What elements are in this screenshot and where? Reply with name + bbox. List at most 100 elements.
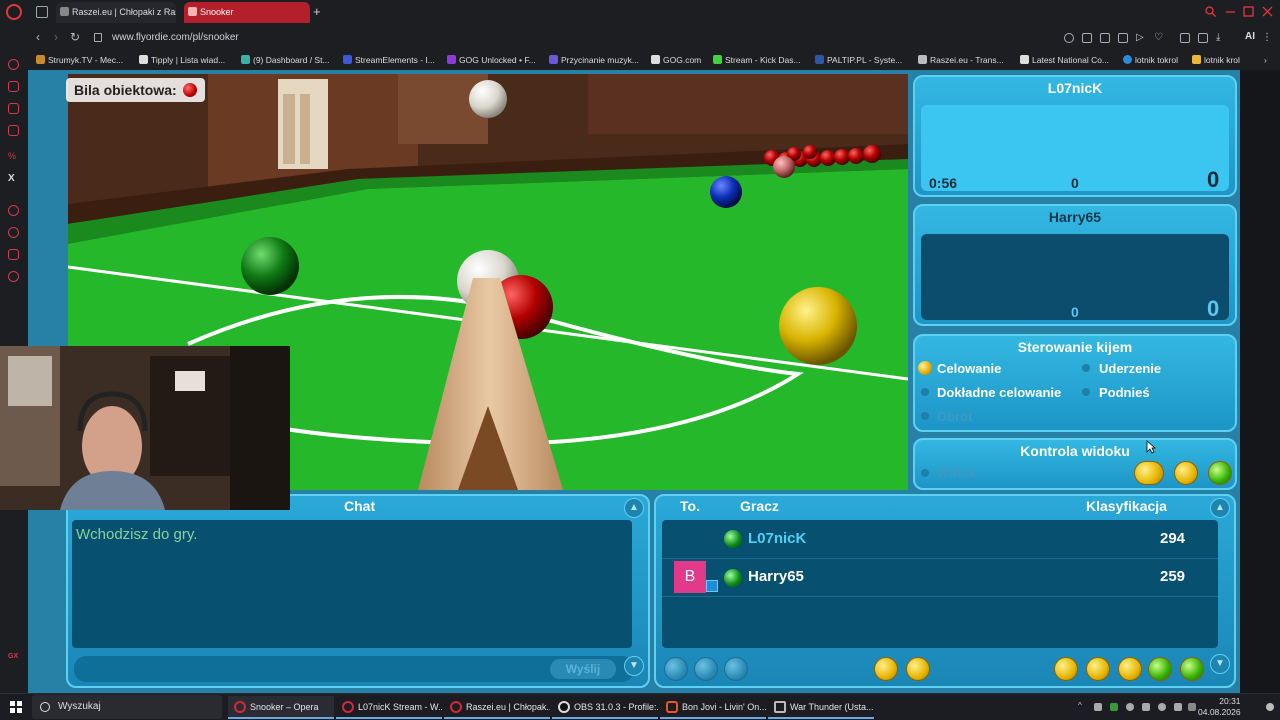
aria-icon[interactable] xyxy=(8,81,19,92)
player-name[interactable]: L07nicK xyxy=(748,530,806,547)
players-scroll-down-icon[interactable]: ▼ xyxy=(1210,654,1230,674)
option-celowanie[interactable]: Celowanie xyxy=(937,361,1001,376)
bookmark-item[interactable]: (9) Dashboard / St... xyxy=(241,55,330,65)
radio-uderzenie-icon[interactable] xyxy=(1082,364,1090,372)
chat-scroll-up-icon[interactable]: ▲ xyxy=(624,498,644,518)
option-uderzenie[interactable]: Uderzenie xyxy=(1099,361,1161,376)
close-icon[interactable] xyxy=(1262,6,1273,17)
profile-icon[interactable] xyxy=(694,657,718,681)
bookmark-item[interactable]: StreamElements - I... xyxy=(343,55,435,65)
taskbar-item[interactable]: Snooker – Opera xyxy=(228,696,334,719)
option-dokladne-celowanie[interactable]: Dokładne celowanie xyxy=(937,385,1061,400)
maximize-icon[interactable] xyxy=(1243,6,1254,17)
bookmark-item[interactable]: Przycinanie muzyk... xyxy=(549,55,639,65)
taskbar-clock[interactable]: 20:31 04.08.2026 xyxy=(1198,696,1241,718)
tab-snooker[interactable]: Snooker xyxy=(184,2,310,23)
minimize-icon[interactable] xyxy=(1225,6,1236,17)
aria-ai-button[interactable]: AI xyxy=(1245,31,1255,42)
heart-icon[interactable]: ♡ xyxy=(1154,33,1164,43)
network-icon[interactable] xyxy=(1188,703,1196,711)
send-button[interactable]: Wyślij xyxy=(550,659,616,679)
settings-gear-icon[interactable] xyxy=(8,271,19,282)
tray-app-icon[interactable] xyxy=(1094,703,1102,711)
taskbar-item[interactable]: Raszei.eu | Chłopak... xyxy=(444,696,550,719)
gx-icon[interactable]: GX xyxy=(8,653,19,664)
new-tab-plus-icon[interactable]: + xyxy=(313,5,321,18)
option-obrot[interactable]: Obrót xyxy=(937,409,972,424)
bookmark-item[interactable]: Strumyk.TV - Mec... xyxy=(36,55,123,65)
x-twitter-icon[interactable]: X xyxy=(8,173,19,184)
download-page-icon[interactable] xyxy=(1082,33,1092,43)
taskbar-item[interactable]: War Thunder (Usta... xyxy=(768,696,874,719)
taskbar-search[interactable]: Wyszukaj xyxy=(32,695,222,719)
pinboard-icon[interactable] xyxy=(8,249,19,260)
bookmark-item[interactable]: Latest National Co... xyxy=(1020,55,1109,65)
option-widok[interactable]: Widok xyxy=(937,465,976,480)
tab-overview-icon[interactable] xyxy=(36,6,48,18)
radio-obrot-icon[interactable] xyxy=(921,412,929,420)
tray-nvidia-icon[interactable] xyxy=(1110,703,1118,711)
bookmark-item[interactable]: GOG.com xyxy=(651,55,701,65)
speed-dial-icon[interactable] xyxy=(8,59,19,70)
messenger-icon[interactable] xyxy=(8,103,19,114)
ranking-icon[interactable] xyxy=(1054,657,1078,681)
shield-icon[interactable] xyxy=(1118,33,1128,43)
rotate-view-button[interactable] xyxy=(1174,461,1198,485)
table-row[interactable] xyxy=(662,520,1218,558)
bookmark-item[interactable]: Stream - Kick Das... xyxy=(713,55,801,65)
radio-podnies-icon[interactable] xyxy=(1082,388,1090,396)
settings-gear-icon[interactable] xyxy=(874,657,898,681)
option-podnies[interactable]: Podnieś xyxy=(1099,385,1150,400)
bookmark-item[interactable]: lotnik krol xyxy=(1192,55,1240,65)
bookmark-item[interactable]: lotnik tokrol xyxy=(1123,55,1178,65)
zoom-view-button[interactable] xyxy=(1134,461,1164,485)
stop-icon[interactable] xyxy=(664,657,688,681)
exit-icon[interactable] xyxy=(1180,657,1204,681)
table-row[interactable] xyxy=(662,558,1218,596)
radio-celowanie-icon[interactable] xyxy=(918,361,932,375)
instagram-icon[interactable] xyxy=(8,125,19,136)
tray-app-icon[interactable] xyxy=(1142,703,1150,711)
bookmark-item[interactable]: Raszei.eu - Trans... xyxy=(918,55,1004,65)
tray-app-icon[interactable] xyxy=(1126,703,1134,711)
radio-widok-icon[interactable] xyxy=(921,469,929,477)
extensions-icon[interactable] xyxy=(1180,33,1190,43)
taskbar-item[interactable]: Bon Jovi - Livin' On... xyxy=(660,696,766,719)
players-scroll-up-icon[interactable]: ▲ xyxy=(1210,498,1230,518)
play-icon[interactable]: ▷ xyxy=(1136,33,1146,43)
radio-dokladne-icon[interactable] xyxy=(921,388,929,396)
tray-expand-icon[interactable]: ^ xyxy=(1078,701,1082,710)
player-icon[interactable] xyxy=(8,205,19,216)
taskbar-item[interactable]: OBS 31.0.3 - Profile:... xyxy=(552,696,658,719)
top-view-button[interactable] xyxy=(1208,461,1232,485)
url-field[interactable]: www.flyordie.com/pl/snooker xyxy=(112,32,239,43)
downloads-icon[interactable]: ⤓ xyxy=(1216,33,1226,43)
bookmark-item[interactable]: Tipply | Lista wiad... xyxy=(139,55,225,65)
chat-bubbles-icon[interactable] xyxy=(1118,657,1142,681)
bookmark-item[interactable]: GOG Unlocked • F... xyxy=(447,55,536,65)
back-icon[interactable]: ‹ xyxy=(36,31,40,43)
zoom-icon[interactable] xyxy=(1064,33,1074,43)
windows-start-icon[interactable] xyxy=(10,701,22,713)
sound-icon[interactable] xyxy=(906,657,930,681)
bookmarks-overflow-icon[interactable]: › xyxy=(1264,55,1267,65)
opera-logo-icon[interactable] xyxy=(6,4,22,20)
snapshot-icon[interactable] xyxy=(1100,33,1110,43)
player-name[interactable]: Harry65 xyxy=(748,568,804,585)
speaker-icon[interactable] xyxy=(1174,703,1182,711)
help-icon[interactable] xyxy=(1148,657,1172,681)
trophy-icon[interactable] xyxy=(1086,657,1110,681)
history-icon[interactable] xyxy=(8,227,19,238)
wallet-icon[interactable] xyxy=(1198,33,1208,43)
tray-app-icon[interactable] xyxy=(1158,703,1166,711)
taskbar-item[interactable]: L07nicK Stream - W... xyxy=(336,696,442,719)
percent-icon[interactable]: % xyxy=(8,151,19,162)
info-icon[interactable] xyxy=(724,657,748,681)
reload-icon[interactable]: ↻ xyxy=(70,31,80,43)
bookmark-item[interactable]: PALTIP.PL - Syste... xyxy=(815,55,902,65)
tab-raszei[interactable]: Raszei.eu | Chłopaki z Ras xyxy=(56,2,176,23)
chat-scroll-down-icon[interactable]: ▼ xyxy=(624,656,644,676)
search-tabs-icon[interactable] xyxy=(1205,6,1216,17)
notifications-icon[interactable] xyxy=(1266,703,1274,711)
menu-icon[interactable]: ⋮ xyxy=(1262,33,1272,43)
